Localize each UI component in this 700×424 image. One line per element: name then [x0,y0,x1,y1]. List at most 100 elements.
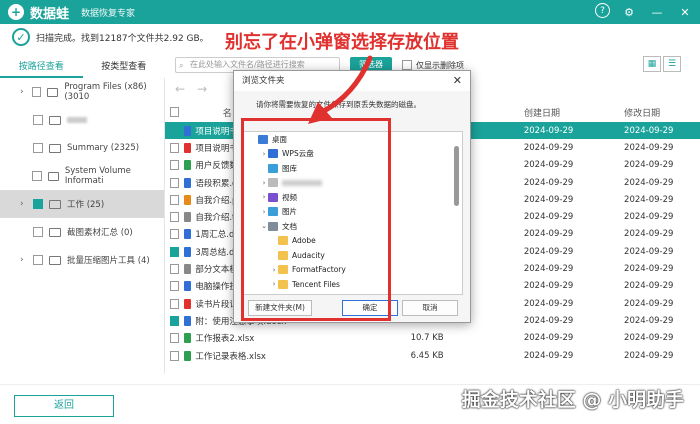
sidebar-item-label: 工作 (25) [67,200,105,210]
grid-view-icon[interactable]: ▦ [643,56,661,72]
sidebar-checkbox[interactable] [33,227,43,237]
file-modified: 2024-09-29 [624,160,674,171]
file-icon [183,160,192,171]
file-modified: 2024-09-29 [624,229,674,240]
tree-scrollbar[interactable] [454,146,459,206]
close-icon[interactable]: ✕ [676,3,694,21]
back-arrow-icon[interactable]: ← [175,82,185,96]
view-toggle: ▦ ☰ [643,56,681,72]
minimize-icon[interactable]: — [648,3,666,21]
file-icon [183,229,192,240]
sidebar: › Program Files (x86) (3010 Summary (232… [0,78,165,374]
sidebar-checkbox[interactable] [32,171,42,181]
folder-icon [47,171,59,181]
tab-by-path[interactable]: 按路径查看 [0,56,83,78]
app-subtitle: 数据恢复专家 [81,8,136,19]
sidebar-checkbox[interactable] [33,199,43,209]
chevron-right-icon[interactable]: › [20,87,29,97]
file-icon [183,194,192,205]
folder-icon [49,143,61,153]
show-deleted-only-toggle[interactable]: 仅显示删除项 [402,60,464,71]
file-created: 2024-09-29 [523,246,574,257]
folder-icon [49,199,61,209]
view-tabs: 按路径查看 按类型查看 [0,56,165,78]
sidebar-item-screenshots[interactable]: 截图素材汇总 (0) [0,218,164,246]
sidebar-item-label: Program Files (x86) (3010 [64,82,147,102]
sidebar-item-work[interactable]: › 工作 (25) [0,190,164,218]
file-modified: 2024-09-29 [624,177,674,188]
scan-status-text: 扫描完成。找到12187个文件共2.92 GB。 [36,33,209,44]
file-name: 工作记录表格.xlsx [195,351,266,362]
file-created: 2024-09-29 [523,264,574,275]
file-modified: 2024-09-29 [624,212,674,223]
row-checkbox[interactable] [170,229,179,240]
header-modified[interactable]: 修改日期 [624,106,700,119]
row-checkbox[interactable] [170,246,179,257]
sidebar-item-label: 截图素材汇总 (0) [67,228,133,238]
row-checkbox[interactable] [170,177,179,188]
folder-icon [49,227,61,237]
file-icon [183,350,192,361]
file-modified: 2024-09-29 [624,125,674,136]
file-created: 2024-09-29 [523,194,574,205]
file-created: 2024-09-29 [523,142,574,153]
header-created[interactable]: 创建日期 [524,106,604,119]
help-icon[interactable]: ? [595,3,610,18]
file-icon [183,315,192,326]
file-modified: 2024-09-29 [624,298,674,309]
select-all-checkbox[interactable] [170,107,179,117]
row-checkbox[interactable] [170,125,179,136]
watermark: 掘金技术社区 @ 小明助手 [461,389,684,411]
tab-by-type[interactable]: 按类型查看 [83,56,166,78]
logo-icon: + [8,4,24,20]
file-icon [183,333,192,344]
sidebar-item-program-files[interactable]: › Program Files (x86) (3010 [0,78,164,106]
file-created: 2024-09-29 [523,125,574,136]
forward-arrow-icon[interactable]: → [197,82,207,96]
table-row[interactable]: 工作记录表格.xlsx 6.45 KB 2024-09-29 2024-09-29 [165,347,700,364]
dialog-close-icon[interactable]: ✕ [453,74,462,87]
sidebar-checkbox[interactable] [33,143,43,153]
folder-icon [47,87,59,97]
sidebar-checkbox[interactable] [33,255,43,265]
sidebar-item-label: Summary (2325) [67,143,140,153]
row-checkbox[interactable] [170,142,179,153]
file-modified: 2024-09-29 [624,315,674,326]
sidebar-item-label: System Volume Informati [64,166,131,186]
sidebar-item-system-volume[interactable]: System Volume Informati [0,162,164,190]
folder-icon [49,115,61,125]
file-modified: 2024-09-29 [624,194,674,205]
sidebar-item-summary[interactable]: Summary (2325) [0,134,164,162]
sidebar-checkbox[interactable] [32,87,42,97]
chevron-right-icon[interactable]: › [20,255,30,265]
list-view-icon[interactable]: ☰ [663,56,681,72]
table-row[interactable]: 工作报表2.xlsx 10.7 KB 2024-09-29 2024-09-29 [165,330,700,347]
chevron-right-icon[interactable]: › [20,199,30,209]
folder-icon [49,255,61,265]
row-checkbox[interactable] [170,194,179,205]
row-checkbox[interactable] [170,281,179,292]
row-checkbox[interactable] [170,264,179,275]
row-checkbox[interactable] [170,298,179,309]
row-checkbox[interactable] [170,333,179,344]
row-checkbox[interactable] [170,212,179,223]
file-created: 2024-09-29 [523,160,574,171]
file-created: 2024-09-29 [523,315,574,326]
row-checkbox[interactable] [170,350,179,361]
sidebar-item-blurred[interactable] [0,106,164,134]
settings-icon[interactable]: ⚙ [620,3,638,21]
back-button[interactable]: 返回 [14,395,114,417]
brand-name: 数据蛙 [30,6,70,22]
sidebar-checkbox[interactable] [33,115,43,125]
search-placeholder: 在此处输入文件名/路径进行搜索 [190,60,305,69]
cancel-button[interactable]: 取消 [402,300,458,316]
row-checkbox[interactable] [170,160,179,171]
row-checkbox[interactable] [170,315,179,326]
sidebar-item-compress-tool[interactable]: › 批量压缩图片工具 (4) [0,246,164,274]
file-created: 2024-09-29 [523,177,574,188]
show-deleted-checkbox[interactable] [402,60,412,70]
sidebar-item-label: 批量压缩图片工具 (4) [67,256,150,266]
file-icon [183,298,192,309]
file-created: 2024-09-29 [523,350,574,361]
file-created: 2024-09-29 [523,212,574,223]
